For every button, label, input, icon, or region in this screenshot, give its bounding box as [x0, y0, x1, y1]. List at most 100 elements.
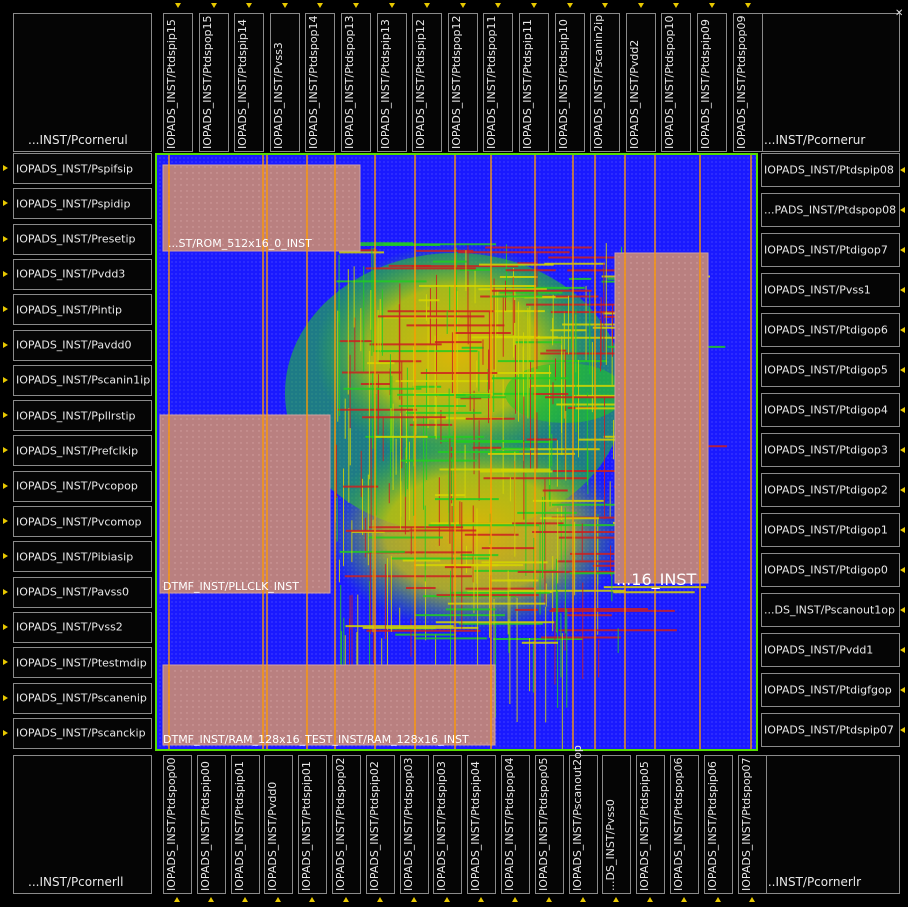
layout-canvas[interactable]: ...INST/Pcornerul ...INST/Pcornerur ...I…	[0, 0, 908, 907]
pad-right-10[interactable]: IOPADS_INST/Ptdigop0	[761, 553, 900, 587]
pad-bottom-2-label: IOPADS_INST/Ptdspip01	[232, 761, 246, 891]
pad-left-15-label: IOPADS_INST/Pscanenip	[16, 691, 147, 705]
pad-top-5[interactable]: IOPADS_INST/Ptdspop13	[341, 13, 371, 152]
pin-top-14	[673, 3, 680, 8]
pin-bottom-16	[714, 897, 721, 902]
pad-left-4[interactable]: IOPADS_INST/Pintip	[13, 294, 152, 326]
pad-bottom-8[interactable]: IOPADS_INST/Ptdspip03	[433, 755, 463, 894]
pin-bottom-15	[681, 897, 687, 902]
pad-top-2[interactable]: IOPADS_INST/Ptdspip14	[234, 13, 265, 152]
corner-pad-ur[interactable]: ...INST/Pcornerur	[761, 13, 900, 152]
pad-right-14[interactable]: IOPADS_INST/Ptdspip07	[761, 713, 900, 747]
pad-bottom-2[interactable]: IOPADS_INST/Ptdspip01	[230, 755, 260, 894]
pad-top-11-label: IOPADS_INST/Ptdspip10	[556, 19, 570, 149]
pad-left-6-label: IOPADS_INST/Pscanin1ip	[16, 373, 151, 387]
pad-right-8[interactable]: IOPADS_INST/Ptdigop2	[761, 473, 900, 507]
pad-left-14[interactable]: IOPADS_INST/Ptestmdip	[13, 647, 152, 679]
pad-left-1[interactable]: IOPADS_INST/Pspidip	[13, 188, 152, 220]
pad-bottom-14[interactable]: IOPADS_INST/Ptdspip05	[636, 755, 666, 894]
pad-right-5[interactable]: IOPADS_INST/Ptdigop5	[761, 353, 900, 387]
close-icon[interactable]: ✕	[895, 8, 903, 19]
pad-bottom-6[interactable]: IOPADS_INST/Ptdspip02	[365, 755, 395, 894]
pad-bottom-5[interactable]: IOPADS_INST/Ptdspop02	[332, 755, 361, 894]
pad-left-10[interactable]: IOPADS_INST/Pvcomop	[13, 506, 152, 537]
pad-left-8[interactable]: IOPADS_INST/Prefclkip	[13, 435, 152, 467]
pad-left-16[interactable]: IOPADS_INST/Pscanckip	[13, 717, 152, 749]
macro-ram-right[interactable]	[614, 252, 709, 584]
pad-top-4[interactable]: IOPADS_INST/Ptdspop14	[305, 13, 336, 152]
pad-right-11[interactable]: ...DS_INST/Pscanout1op	[761, 593, 900, 627]
pad-top-1[interactable]: IOPADS_INST/Ptdspop15	[198, 13, 229, 152]
pin-right-0	[900, 167, 905, 173]
corner-pad-ul[interactable]: ...INST/Pcornerul	[13, 13, 152, 152]
pad-bottom-11[interactable]: IOPADS_INST/Ptdspop05	[534, 755, 564, 894]
pad-right-7[interactable]: IOPADS_INST/Ptdigop3	[761, 433, 900, 467]
pin-bottom-5	[343, 897, 349, 902]
pad-right-13[interactable]: IOPADS_INST/Ptdigfgop	[761, 673, 900, 707]
pad-top-12[interactable]: IOPADS_INST/Pscanin2ip	[590, 13, 621, 152]
pad-top-10[interactable]: IOPADS_INST/Ptdspip11	[519, 13, 549, 152]
pad-left-7[interactable]: IOPADS_INST/Ppllrstip	[13, 400, 152, 432]
pad-right-9[interactable]: IOPADS_INST/Ptdigop1	[761, 513, 900, 547]
pad-left-6[interactable]: IOPADS_INST/Pscanin1ip	[13, 364, 152, 396]
pad-bottom-0[interactable]: IOPADS_INST/Ptdspop00	[163, 755, 192, 894]
pad-left-9[interactable]: IOPADS_INST/Pvcopop	[13, 470, 152, 502]
pin-right-12	[900, 647, 905, 653]
pad-bottom-3[interactable]: IOPADS_INST/Pvdd0	[264, 755, 294, 894]
corner-label-ur: ...INST/Pcornerur	[764, 133, 866, 147]
pad-bottom-4[interactable]: IOPADS_INST/Ptdspip01	[298, 755, 328, 894]
pin-bottom-3	[275, 897, 282, 902]
pad-top-3[interactable]: IOPADS_INST/Pvss3	[269, 13, 300, 152]
pad-top-7[interactable]: IOPADS_INST/Ptdspip12	[412, 13, 443, 152]
pin-bottom-10	[512, 897, 518, 902]
corner-pad-ll[interactable]: ...INST/Pcornerll	[13, 755, 152, 894]
corner-pad-lr[interactable]: ...INST/Pcornerlr	[761, 755, 900, 894]
pad-left-2-label: IOPADS_INST/Presetip	[16, 232, 136, 246]
pad-left-2[interactable]: IOPADS_INST/Presetip	[13, 223, 152, 255]
pad-right-2[interactable]: IOPADS_INST/Ptdigop7	[761, 233, 900, 267]
pad-left-4-label: IOPADS_INST/Pintip	[16, 303, 122, 317]
pad-bottom-10[interactable]: IOPADS_INST/Ptdspop04	[501, 755, 530, 894]
pad-bottom-0-label: IOPADS_INST/Ptdspop00	[165, 757, 178, 891]
pad-left-16-label: IOPADS_INST/Pscanckip	[16, 726, 146, 740]
pad-right-3[interactable]: IOPADS_INST/Pvss1	[761, 273, 900, 307]
pad-left-12[interactable]: IOPADS_INST/Pavss0	[13, 576, 152, 608]
pad-top-5-label: IOPADS_INST/Ptdspop13	[343, 15, 356, 149]
pad-left-11[interactable]: IOPADS_INST/Pibiasip	[13, 541, 152, 573]
pad-bottom-12[interactable]: IOPADS_INST/Pscanout2op	[568, 745, 598, 894]
pad-top-11[interactable]: IOPADS_INST/Ptdspip10	[554, 13, 585, 152]
pad-right-0[interactable]: IOPADS_INST/Ptdspip08	[761, 153, 900, 187]
pad-bottom-15[interactable]: IOPADS_INST/Ptdspop06	[670, 755, 699, 894]
pad-bottom-16[interactable]: IOPADS_INST/Ptdspip06	[703, 755, 733, 894]
pad-top-13-label: IOPADS_INST/Pvdd2	[627, 39, 641, 149]
pad-top-8[interactable]: IOPADS_INST/Ptdspop12	[447, 13, 478, 152]
pad-left-10-label: IOPADS_INST/Pvcomop	[16, 515, 142, 528]
pad-top-0-label: IOPADS_INST/Ptdspip15	[165, 19, 178, 149]
pad-bottom-7[interactable]: IOPADS_INST/Ptdspop03	[399, 755, 429, 894]
pad-right-6[interactable]: IOPADS_INST/Ptdigop4	[761, 393, 900, 427]
pad-bottom-9[interactable]: IOPADS_INST/Ptdspip04	[467, 755, 497, 894]
pad-left-13[interactable]: IOPADS_INST/Pvss2	[13, 611, 152, 643]
pad-top-15[interactable]: IOPADS_INST/Ptdspip09	[697, 13, 727, 152]
pad-right-12[interactable]: IOPADS_INST/Pvdd1	[761, 633, 900, 667]
pad-top-7-label: IOPADS_INST/Ptdspip12	[414, 19, 428, 149]
pad-top-16[interactable]: IOPADS_INST/Ptdspop09	[732, 13, 763, 152]
pad-top-14[interactable]: IOPADS_INST/Ptdspop10	[661, 13, 692, 152]
pad-top-9[interactable]: IOPADS_INST/Ptdspop11	[483, 13, 514, 152]
pad-top-13[interactable]: IOPADS_INST/Pvdd2	[625, 13, 656, 152]
pad-bottom-17[interactable]: IOPADS_INST/Ptdspop07	[737, 755, 767, 894]
pad-left-0[interactable]: IOPADS_INST/Pspifsip	[13, 153, 152, 184]
pad-top-6[interactable]: IOPADS_INST/Ptdspip13	[376, 13, 407, 152]
pad-right-1[interactable]: ...PADS_INST/Ptdspop08	[761, 193, 900, 227]
pad-top-9-label: IOPADS_INST/Ptdspop11	[485, 15, 499, 149]
pad-right-4[interactable]: IOPADS_INST/Ptdigop6	[761, 313, 900, 347]
pad-right-11-label: ...DS_INST/Pscanout1op	[764, 603, 895, 617]
pad-top-0[interactable]: IOPADS_INST/Ptdspip15	[163, 13, 193, 152]
macro-pll[interactable]	[159, 414, 331, 594]
pin-right-7	[900, 447, 905, 453]
pad-bottom-1[interactable]: IOPADS_INST/Ptdspip00	[196, 755, 226, 894]
pad-bottom-13[interactable]: ...DS_INST/Pvss0	[602, 755, 632, 894]
pad-left-15[interactable]: IOPADS_INST/Pscanenip	[13, 682, 152, 714]
pad-left-5[interactable]: IOPADS_INST/Pavdd0	[13, 329, 152, 361]
pad-left-3[interactable]: IOPADS_INST/Pvdd3	[13, 258, 152, 290]
